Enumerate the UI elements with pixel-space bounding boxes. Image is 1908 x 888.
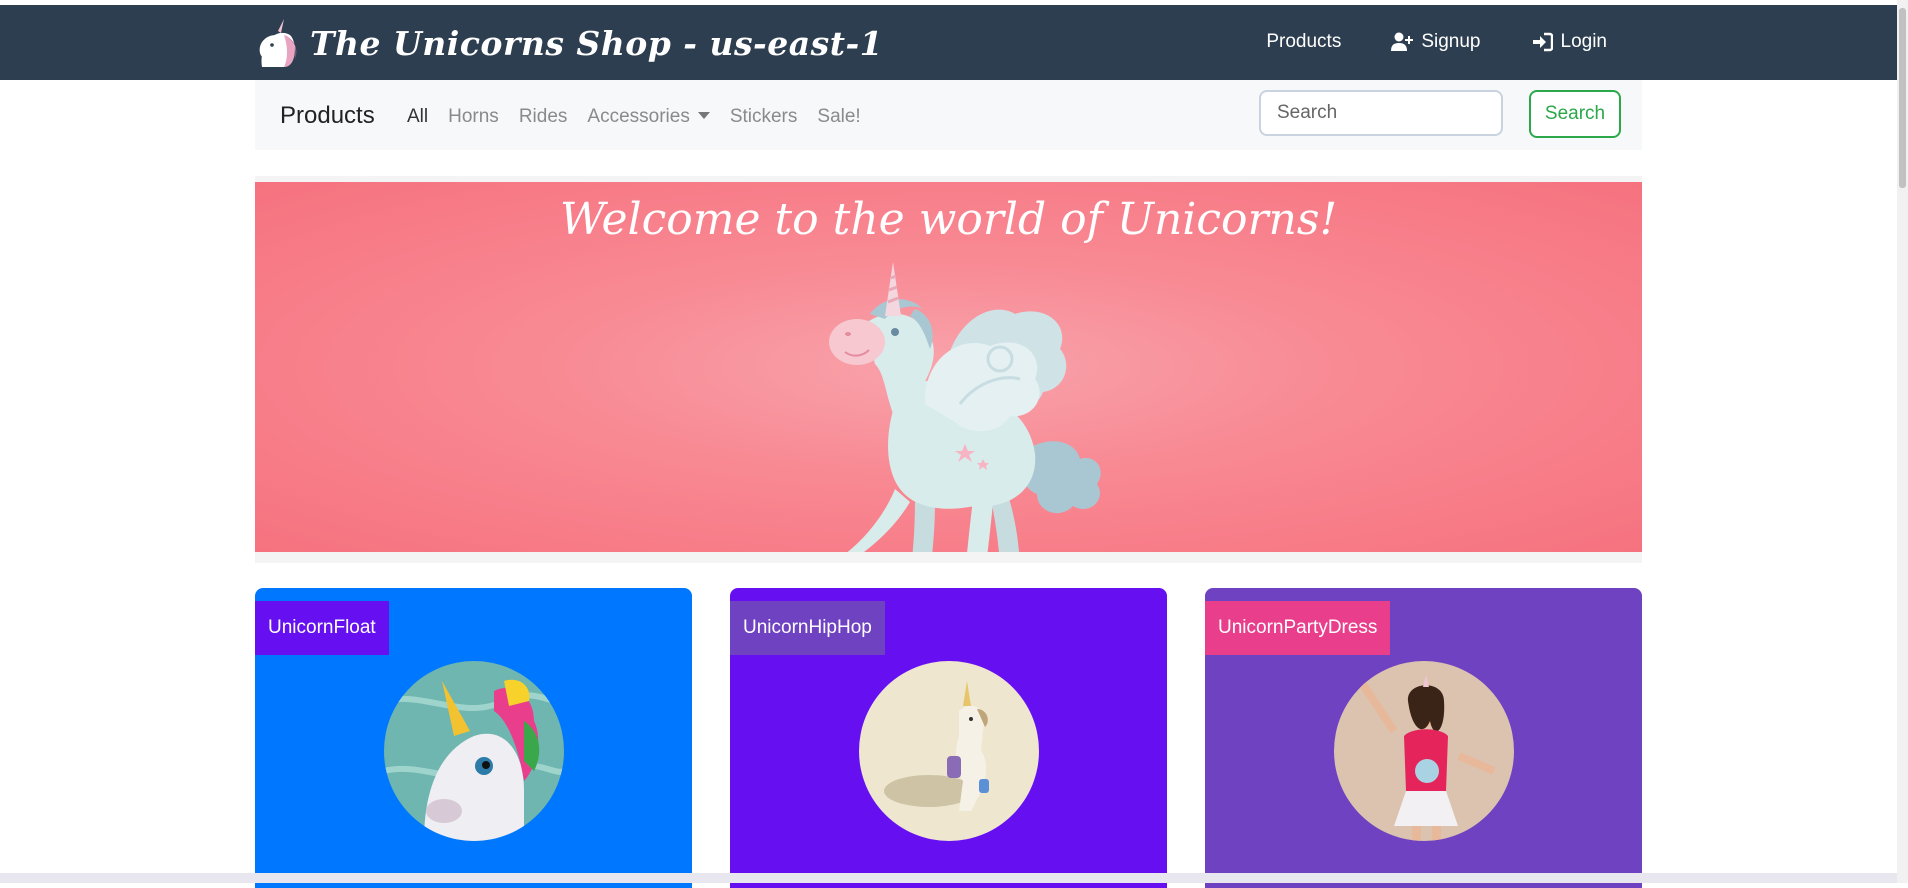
unicorn-party-dress-photo [1333,661,1514,841]
pegasus-unicorn-illustration [829,262,1101,552]
product-card-unicornpartydress[interactable]: UnicornPartyDress [1205,588,1642,888]
category-horns[interactable]: Horns [448,106,499,128]
product-image [1333,661,1514,841]
hero-background: Welcome to the world of Unicorns! [255,182,1642,552]
unicorn-hiphop-photo [858,661,1039,841]
category-accessories-dropdown[interactable]: Accessories [587,106,710,128]
sign-in-icon [1532,32,1553,52]
unicorn-head-icon [259,19,297,67]
product-card-unicornfloat[interactable]: UnicornFloat [255,588,692,888]
window-bottom-edge [0,873,1897,883]
top-nav: Products Signup Login [1266,31,1607,53]
top-navbar: The Unicorns Shop - us-east-1 Products S… [0,5,1897,80]
nav-products-link[interactable]: Products [1266,31,1341,53]
brand[interactable]: The Unicorns Shop - us-east-1 [254,19,883,67]
hero-banner: Welcome to the world of Unicorns! [255,176,1642,563]
nav-signup-label: Signup [1421,31,1481,52]
product-name-tag: UnicornHipHop [730,601,885,655]
vertical-scrollbar[interactable] [1897,0,1908,883]
category-sale[interactable]: Sale! [817,106,860,128]
category-rides[interactable]: Rides [519,106,568,128]
brand-title: The Unicorns Shop - us-east-1 [310,23,884,63]
nav-signup-link[interactable]: Signup [1391,31,1481,53]
category-stickers[interactable]: Stickers [730,106,798,128]
product-image [383,661,564,841]
chevron-down-icon [697,112,710,119]
subnav-title[interactable]: Products [280,102,375,130]
category-links: All Horns Rides Accessories Stickers Sal… [407,106,861,128]
product-image [858,661,1039,841]
user-plus-icon [1391,32,1414,51]
search-input[interactable] [1259,90,1503,136]
search-button[interactable]: Search [1529,90,1621,138]
product-card-unicornhiphop[interactable]: UnicornHipHop [730,588,1167,888]
nav-products-label: Products [1266,31,1342,52]
scrollbar-thumb[interactable] [1899,8,1906,188]
hero-title: Welcome to the world of Unicorns! [559,194,1338,245]
unicorn-float-photo [383,661,564,841]
category-all[interactable]: All [407,106,428,128]
product-name-tag: UnicornFloat [255,601,389,655]
nav-login-link[interactable]: Login [1531,31,1608,53]
nav-login-label: Login [1560,31,1608,52]
category-accessories-label: Accessories [587,106,690,127]
product-name-tag: UnicornPartyDress [1205,601,1391,655]
products-subnav: Products All Horns Rides Accessories Sti… [255,80,1642,150]
